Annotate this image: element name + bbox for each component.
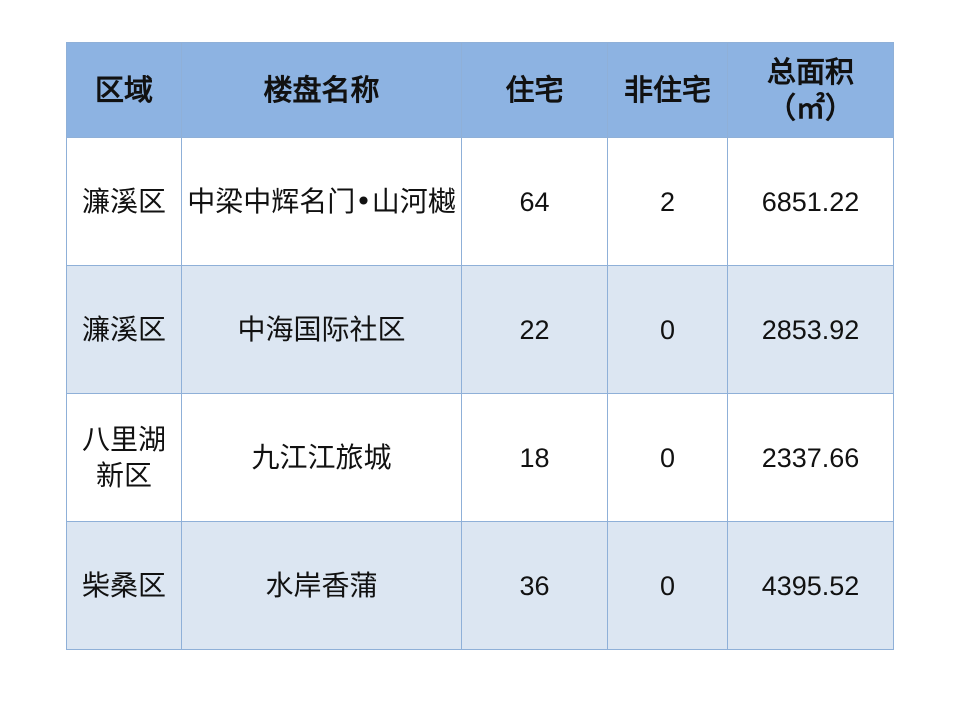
table-row: 濂溪区 中海国际社区 22 0 2853.92 (66, 265, 894, 394)
header-total-area: 总面积 （㎡） (727, 42, 894, 138)
cell-non-residential: 2 (607, 137, 728, 266)
header-residential: 住宅 (461, 42, 608, 138)
cell-district: 八里湖新区 (66, 393, 182, 522)
table-row: 濂溪区 中梁中辉名门•山河樾 64 2 6851.22 (66, 137, 894, 266)
cell-area: 4395.52 (727, 521, 894, 650)
cell-area: 2337.66 (727, 393, 894, 522)
cell-project: 九江江旅城 (181, 393, 462, 522)
header-non-residential: 非住宅 (607, 42, 728, 138)
cell-non-residential: 0 (607, 393, 728, 522)
table-row: 柴桑区 水岸香蒲 36 0 4395.52 (66, 521, 894, 650)
cell-district: 濂溪区 (66, 137, 182, 266)
cell-area: 2853.92 (727, 265, 894, 394)
header-district: 区域 (66, 42, 182, 138)
cell-area: 6851.22 (727, 137, 894, 266)
table-row: 八里湖新区 九江江旅城 18 0 2337.66 (66, 393, 894, 522)
data-table-container: 区域 楼盘名称 住宅 非住宅 总面积 （㎡） 濂溪区 中梁中辉名门•山河樾 64… (66, 42, 894, 650)
cell-residential: 36 (461, 521, 608, 650)
header-total-area-label: 总面积 (766, 55, 854, 89)
cell-project: 中梁中辉名门•山河樾 (181, 137, 462, 266)
cell-district: 柴桑区 (66, 521, 182, 650)
cell-residential: 64 (461, 137, 608, 266)
table-header-row: 区域 楼盘名称 住宅 非住宅 总面积 （㎡） (66, 42, 894, 138)
cell-project: 中海国际社区 (181, 265, 462, 394)
cell-residential: 22 (461, 265, 608, 394)
cell-non-residential: 0 (607, 265, 728, 394)
cell-residential: 18 (461, 393, 608, 522)
cell-non-residential: 0 (607, 521, 728, 650)
header-project: 楼盘名称 (181, 42, 462, 138)
housing-sales-table: 区域 楼盘名称 住宅 非住宅 总面积 （㎡） 濂溪区 中梁中辉名门•山河樾 64… (66, 42, 894, 650)
cell-project: 水岸香蒲 (181, 521, 462, 650)
cell-district: 濂溪区 (66, 265, 182, 394)
header-total-area-unit: （㎡） (766, 91, 854, 125)
